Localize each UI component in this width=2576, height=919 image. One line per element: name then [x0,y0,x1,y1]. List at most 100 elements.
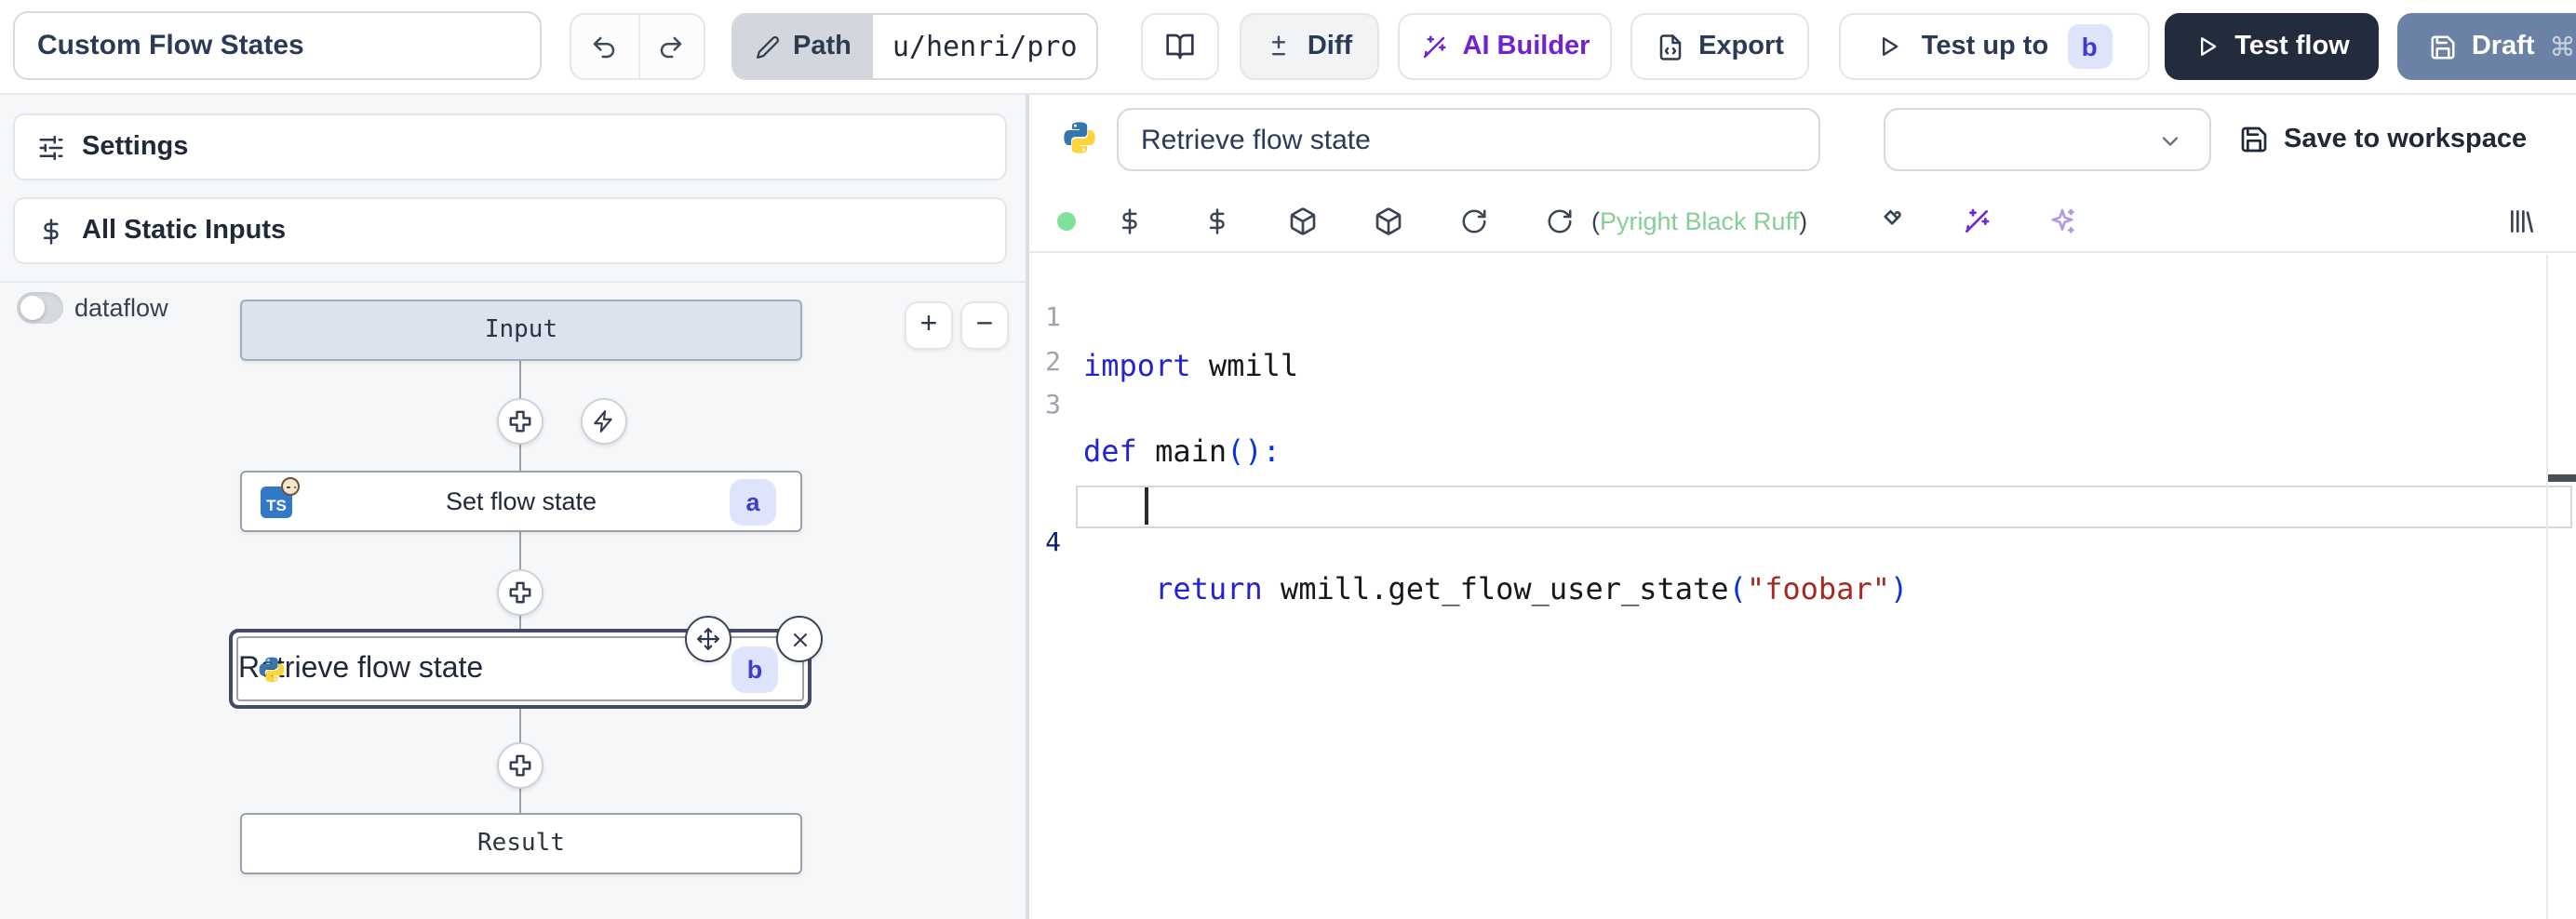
export-label: Export [1698,32,1784,61]
flow-title-input[interactable] [13,11,542,80]
flow-node-set-flow-state[interactable]: TS Set flow state a [240,471,802,532]
draft-label: Draft [2472,32,2535,61]
zoom-in-button[interactable]: + [905,301,953,350]
add-step-button[interactable] [497,568,543,615]
sparkles-icon [2047,206,2077,235]
package-icon [1288,206,1318,235]
plus-icon [506,751,534,779]
save-icon [2239,125,2269,154]
redo-button[interactable] [637,15,704,78]
flow-node-input[interactable]: Input [240,299,802,360]
add-step-button[interactable] [497,397,543,444]
node-label: Input [242,315,800,343]
lint-status: (Pyright Black Ruff) [1591,206,1807,234]
reload-button[interactable] [1546,206,1574,234]
package-button[interactable] [1288,206,1318,235]
paintbrush-icon [1872,206,1902,235]
variables-button[interactable] [1203,206,1231,234]
move-node-button[interactable] [685,616,731,662]
chevron-down-icon [2157,128,2183,154]
draft-save-button[interactable]: Draft ⌘S [2397,13,2576,80]
dataflow-label: dataflow [74,294,168,322]
library-icon [2507,206,2537,235]
step-name-input[interactable] [1117,108,1820,171]
wand-sparkles-icon [1420,33,1448,60]
undo-icon [591,33,619,60]
trigger-button[interactable] [581,397,627,444]
dollar-icon [1116,206,1144,234]
sliders-icon [37,133,65,161]
zap-icon [592,408,616,433]
play-icon [1877,33,1903,60]
path-label: Path [793,32,852,61]
overview-cursor-marker [2547,473,2576,482]
save-to-workspace-label: Save to workspace [2284,125,2527,154]
overview-ruler[interactable] [2546,255,2548,919]
settings-label: Settings [82,132,188,162]
python-icon [1061,119,1098,156]
flow-editor-screen: Path u/henri/pro Diff AI Builder Export … [0,0,2576,919]
close-icon [788,628,811,650]
lsp-status-dot [1057,211,1076,230]
library-button[interactable] [2507,206,2537,235]
undo-redo-group [570,13,705,80]
test-flow-label: Test flow [2234,32,2350,61]
plus-icon [506,578,534,606]
flow-node-result[interactable]: Result [240,813,802,874]
ai-suggest-button[interactable] [2047,206,2077,235]
test-flow-button[interactable]: Test flow [2165,13,2379,80]
ai-edit-button[interactable] [1962,206,1992,235]
line-number-active: 4 [1029,527,1061,557]
zoom-out-button[interactable]: − [960,301,1009,350]
package-icon [1374,206,1403,235]
assets-button[interactable] [1116,206,1144,234]
top-toolbar: Path u/henri/pro Diff AI Builder Export … [0,0,2576,95]
graph-divider [0,281,1027,283]
delete-node-button[interactable] [776,616,823,662]
all-static-inputs-button[interactable]: All Static Inputs [13,197,1007,264]
docs-button[interactable] [1141,13,1219,80]
path-button[interactable]: Path [733,15,874,78]
lint-tools-label: Pyright Black Ruff [1600,206,1799,234]
dollar-icon [37,217,65,245]
plus-icon [506,406,534,434]
format-button[interactable] [1872,206,1902,235]
undo-button[interactable] [571,15,637,78]
node-label: Set flow state [242,487,800,515]
node-label: Result [242,830,800,858]
text-cursor [1145,487,1147,525]
path-value[interactable]: u/henri/pro [874,15,1096,78]
diff-button[interactable]: Diff [1240,13,1379,80]
dollar-icon [1203,206,1231,234]
node-step-badge: a [730,478,776,525]
add-step-button[interactable] [497,741,543,788]
package-button[interactable] [1374,206,1403,235]
settings-button[interactable]: Settings [13,113,1007,180]
save-to-workspace-button[interactable]: Save to workspace [2239,108,2527,171]
draft-shortcut: ⌘S [2550,31,2576,62]
wand-sparkles-icon [1962,206,1992,235]
file-code-icon [1656,33,1684,60]
editor-toolbar: (Pyright Black Ruff) [1029,190,2576,253]
rotate-cw-icon [1546,206,1574,234]
diff-icon [1267,33,1293,60]
workspace-script-select[interactable] [1884,108,2211,171]
code-line-text: def main(): [1083,433,1281,469]
move-icon [696,627,720,651]
redo-icon [658,33,686,60]
ai-builder-button[interactable]: AI Builder [1398,13,1612,80]
dataflow-toggle[interactable] [17,292,63,324]
export-button[interactable]: Export [1630,13,1809,80]
code-editor[interactable]: 1 import wmill 2 3 def main(): 4 return … [1029,255,2576,919]
save-icon [2429,33,2457,60]
step-editor-panel: Save to workspace (Pyright Black [1029,95,2576,919]
test-up-to-label: Test up to [1922,32,2048,61]
book-open-icon [1165,32,1195,61]
reload-button[interactable] [1460,206,1488,234]
code-line-text: return wmill.get_flow_user_state("foobar… [1083,571,1908,606]
test-up-to-button[interactable]: Test up to b [1839,13,2150,80]
path-group: Path u/henri/pro [731,13,1098,80]
pencil-icon [756,34,780,59]
all-static-inputs-label: All Static Inputs [82,216,286,246]
test-up-to-step-badge: b [2067,24,2112,69]
